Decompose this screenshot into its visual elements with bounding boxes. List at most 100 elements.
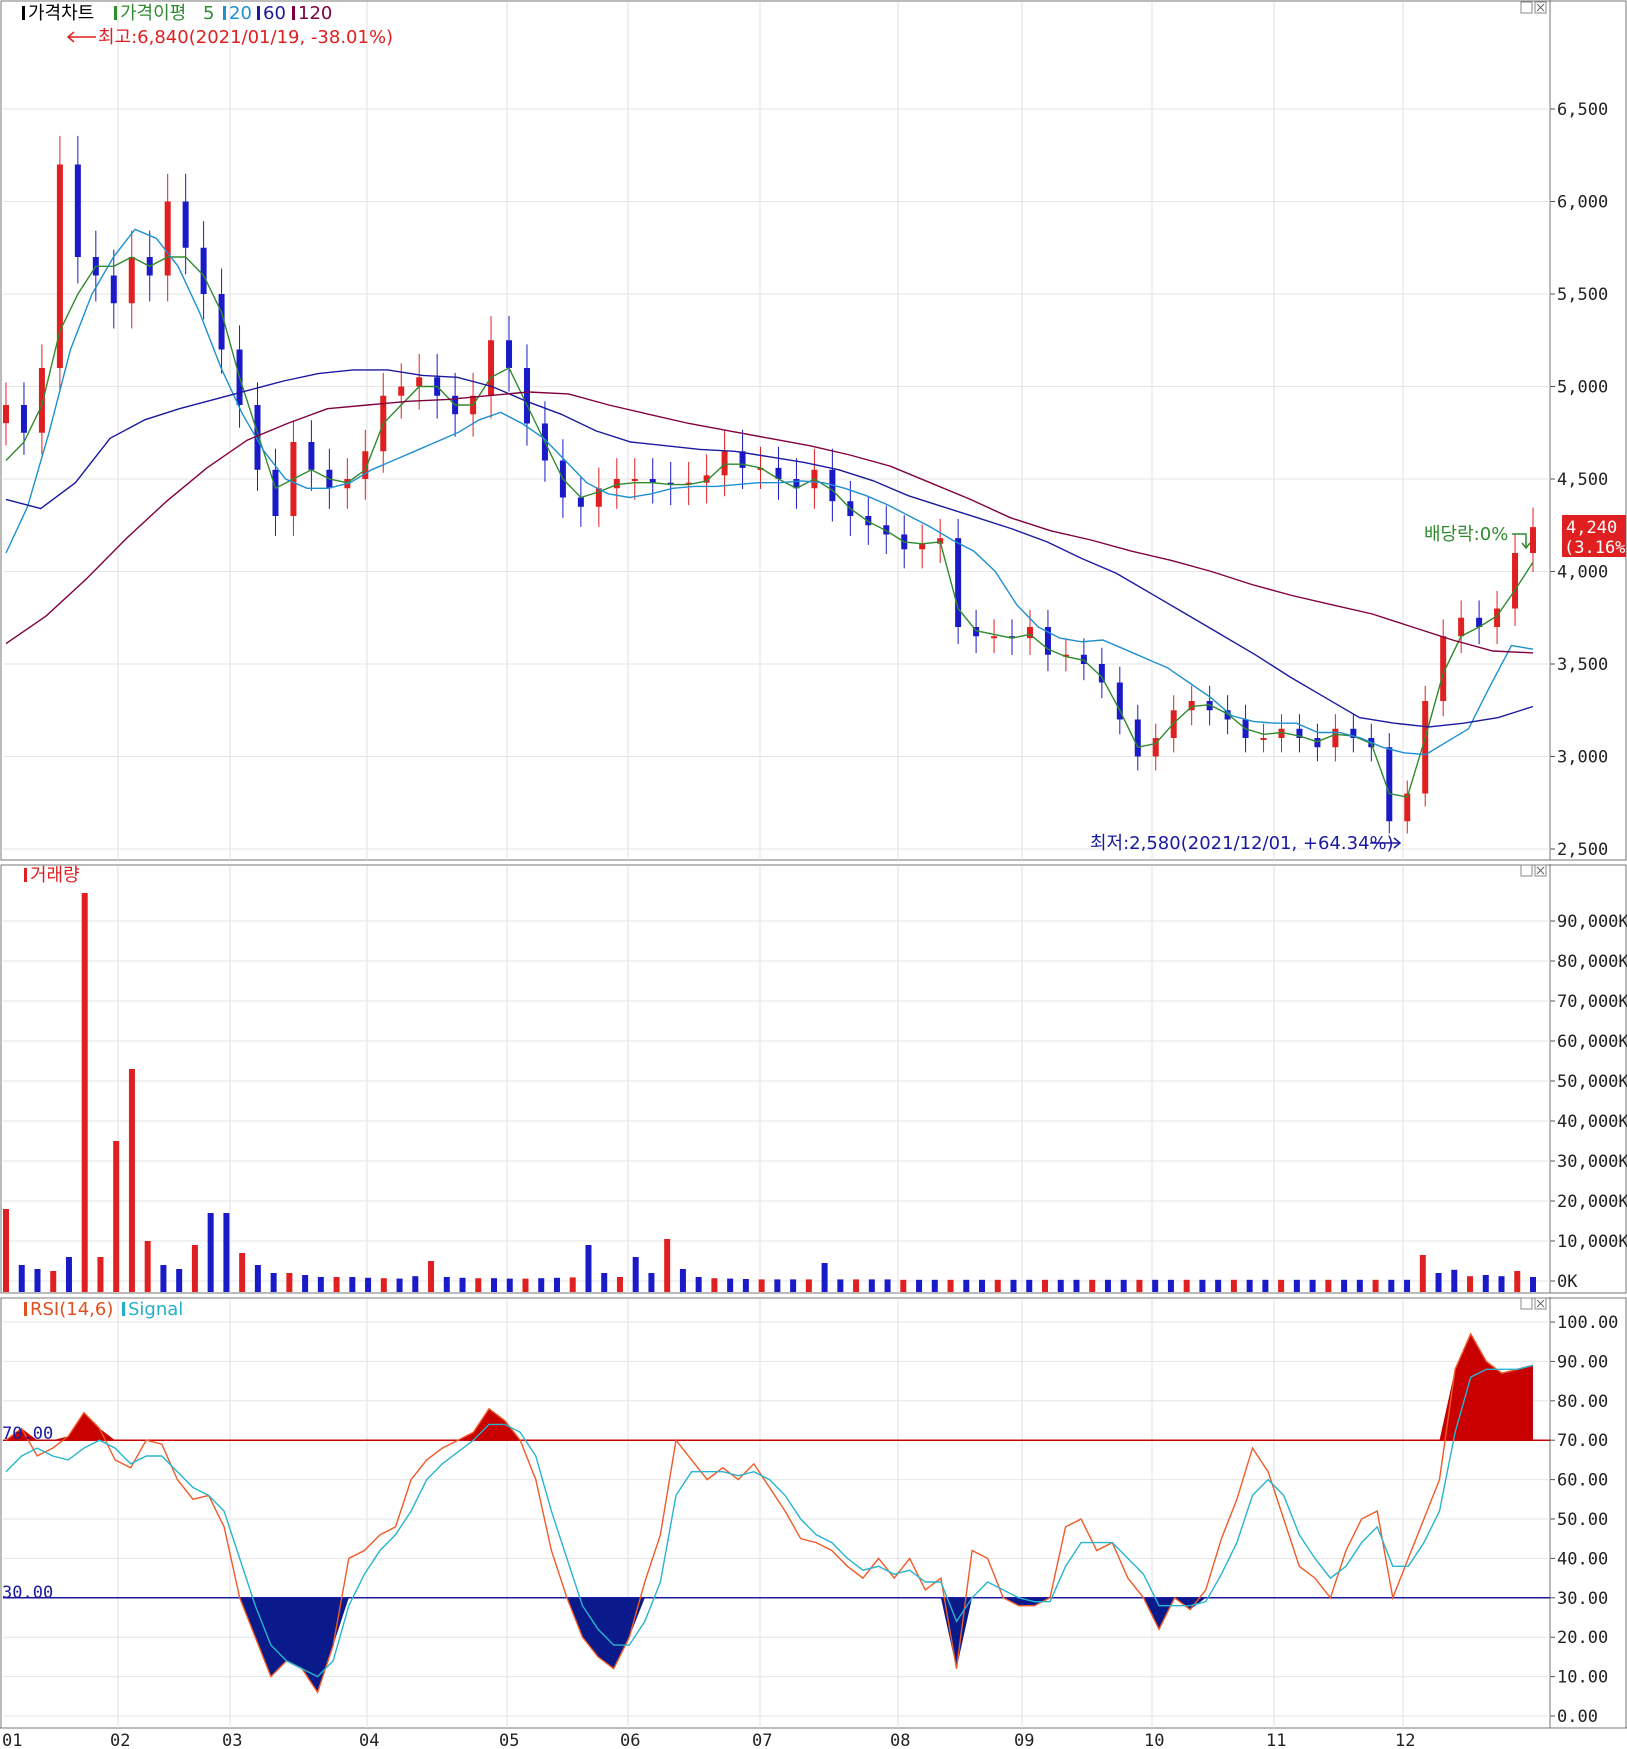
price-tick-label: 4,000 — [1557, 563, 1608, 583]
volume-tick-label: 70,000K — [1557, 992, 1627, 1012]
panel-frame — [0, 1297, 1627, 1729]
volume-bar — [931, 1279, 938, 1292]
candle-body — [398, 386, 405, 396]
volume-bar — [270, 1273, 277, 1292]
candle-body — [739, 451, 746, 468]
legend-volume: 거래량 — [30, 865, 80, 886]
volume-bar — [1467, 1276, 1474, 1292]
volume-bar — [979, 1279, 986, 1292]
candle-body — [416, 377, 423, 387]
volume-bar — [758, 1279, 765, 1292]
rsi-tick-label: 20.00 — [1557, 1628, 1608, 1648]
x-tick-label: 07 — [752, 1731, 772, 1749]
volume-bar — [1498, 1276, 1505, 1292]
volume-bar — [522, 1278, 529, 1292]
x-tick-label: 12 — [1395, 1731, 1415, 1749]
maximize-icon[interactable] — [1520, 1297, 1533, 1310]
rsi-oversold-label: 30.00 — [2, 1583, 53, 1603]
candle-body — [721, 451, 728, 476]
volume-bar — [160, 1265, 167, 1292]
volume-tick-label: 10,000K — [1557, 1232, 1627, 1252]
volume-bar — [506, 1278, 513, 1292]
legend-ma5: 5 — [203, 3, 214, 24]
panel-frames — [0, 0, 1627, 1729]
volume-bar — [1152, 1279, 1159, 1292]
volume-bar — [616, 1277, 623, 1292]
legend-swatch-ma60 — [257, 6, 260, 20]
volume-bar — [1010, 1279, 1017, 1292]
volume-bar — [1183, 1279, 1190, 1292]
volume-bar — [191, 1245, 198, 1292]
volume-bar — [963, 1279, 970, 1292]
x-tick-label: 03 — [222, 1731, 242, 1749]
candle-body — [1314, 738, 1321, 748]
volume-bar — [632, 1257, 639, 1292]
volume-bar — [1325, 1279, 1332, 1292]
volume-bar — [475, 1278, 482, 1292]
volume-bar — [742, 1279, 749, 1292]
volume-bar — [900, 1279, 907, 1292]
volume-tick-label: 30,000K — [1557, 1152, 1627, 1172]
volume-tick-label: 50,000K — [1557, 1072, 1627, 1092]
x-tick-label: 06 — [620, 1731, 640, 1749]
candle-body — [1458, 617, 1465, 637]
x-tick-label: 11 — [1266, 1731, 1286, 1749]
price-legend: 가격차트 가격이평 5 20 60 120 — [22, 3, 332, 24]
volume-bar — [207, 1213, 214, 1292]
volume-bar — [1199, 1279, 1206, 1292]
volume-bar — [648, 1273, 655, 1292]
volume-bar — [3, 1209, 9, 1292]
volume-bar — [994, 1279, 1001, 1292]
volume-bar — [18, 1265, 25, 1292]
volume-bar — [569, 1277, 576, 1292]
price-tick-label: 4,500 — [1557, 470, 1608, 490]
volume-bar — [1404, 1279, 1411, 1292]
price-tick-label: 3,000 — [1557, 748, 1608, 768]
volume-bar — [947, 1279, 954, 1292]
legend-ma120: 120 — [298, 3, 332, 24]
volume-bar — [1419, 1255, 1426, 1292]
maximize-icon[interactable] — [1520, 864, 1533, 877]
dividend-annotation-text: 배당락:0% — [1424, 524, 1508, 545]
rsi-tick-label: 40.00 — [1557, 1549, 1608, 1569]
volume-bar — [805, 1279, 812, 1292]
volume-bar — [396, 1278, 403, 1292]
candle-body — [1530, 527, 1536, 553]
volume-bar — [695, 1277, 702, 1292]
volume-bar — [302, 1275, 309, 1292]
low-annotation: 최저:2,580(2021/12/01, +64.34%) — [1090, 833, 1402, 854]
candle-body — [1260, 738, 1267, 740]
panel-frame — [0, 864, 1627, 1294]
maximize-icon[interactable] — [1520, 1, 1533, 14]
volume-bar — [1388, 1279, 1395, 1292]
candle-body — [955, 538, 962, 627]
candle-body — [631, 479, 638, 481]
volume-bar — [1120, 1279, 1127, 1292]
volume-bar — [884, 1279, 891, 1292]
volume-bar — [333, 1277, 340, 1292]
volume-bar — [1104, 1279, 1111, 1292]
volume-bar — [380, 1278, 387, 1292]
high-annotation: 최고:6,840(2021/01/19, -38.01%) — [66, 27, 393, 48]
volume-bar — [1309, 1279, 1316, 1292]
volume-bar — [1089, 1279, 1096, 1292]
volume-bar — [601, 1273, 608, 1292]
volume-tick-label: 20,000K — [1557, 1192, 1627, 1212]
legend-price: 가격차트 — [28, 3, 94, 24]
volume-bar — [711, 1278, 718, 1292]
legend-swatch-ma — [114, 6, 117, 20]
legend-ma: 가격이평 — [120, 3, 186, 24]
price-tick-label: 2,500 — [1557, 840, 1608, 860]
rsi-tick-label: 0.00 — [1557, 1707, 1598, 1727]
rsi-overbought-label: 70.00 — [2, 1424, 53, 1444]
volume-bar — [81, 893, 88, 1292]
volume-bar — [1482, 1275, 1489, 1292]
candle-body — [613, 479, 620, 489]
volume-bar — [428, 1261, 435, 1292]
volume-bar — [317, 1277, 324, 1292]
volume-tick-label: 90,000K — [1557, 912, 1627, 932]
panel-frame — [0, 0, 1627, 861]
price-tick-label: 6,500 — [1557, 100, 1608, 120]
volume-bar — [868, 1279, 875, 1292]
price-tick-label: 5,500 — [1557, 285, 1608, 305]
